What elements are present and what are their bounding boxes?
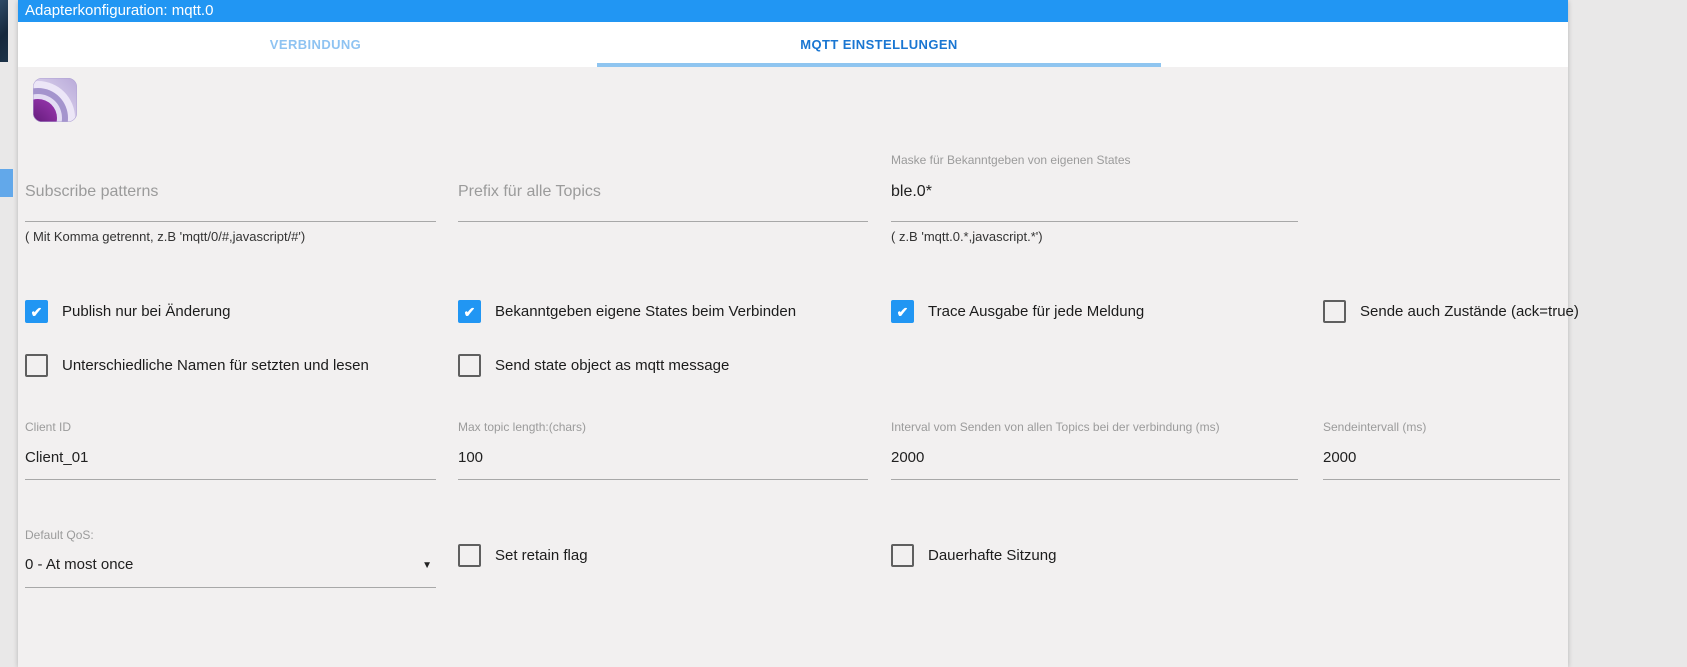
check-icon: ✔ (30, 303, 43, 320)
checkbox-different-names[interactable]: ✔ Unterschiedliche Namen für setzten und… (25, 354, 436, 377)
default-qos-select[interactable]: 0 - At most once ▼ (25, 556, 436, 580)
prefix-topics-field[interactable] (458, 183, 868, 205)
mqtt-adapter-logo (33, 78, 77, 122)
check-icon: ✔ (896, 303, 909, 320)
checkbox-set-retain-flag[interactable]: ✔ Set retain flag (458, 544, 868, 567)
active-tab-indicator (597, 63, 1161, 67)
max-topic-length-field[interactable] (458, 449, 868, 469)
send-interval-field[interactable] (1323, 449, 1560, 469)
max-topic-length-input[interactable] (458, 449, 868, 466)
field-underline (1323, 479, 1560, 480)
max-topic-length-label: Max topic length:(chars) (458, 420, 587, 434)
subscribe-patterns-hint: ( Mit Komma getrennt, z.B 'mqtt/0/#,java… (25, 229, 306, 244)
checkbox-publish-on-change[interactable]: ✔ Publish nur bei Änderung (25, 300, 436, 323)
interval-all-topics-label: Interval vom Senden von allen Topics bei… (891, 420, 1220, 434)
checkbox-icon: ✔ (25, 354, 48, 377)
checkbox-label: Publish nur bei Änderung (62, 303, 231, 320)
mask-own-states-input[interactable] (891, 183, 1298, 201)
send-interval-input[interactable] (1323, 449, 1560, 466)
tab-bar: VERBINDUNG MQTT EINSTELLUNGEN (18, 22, 1568, 67)
send-interval-label: Sendeintervall (ms) (1323, 420, 1427, 434)
interval-all-topics-input[interactable] (891, 449, 1298, 466)
checkbox-icon: ✔ (891, 300, 914, 323)
default-qos-label: Default QoS: (25, 528, 94, 542)
background-artifact-blue (0, 169, 13, 197)
checkbox-announce-own-states[interactable]: ✔ Bekanntgeben eigene States beim Verbin… (458, 300, 868, 323)
checkbox-icon: ✔ (458, 544, 481, 567)
field-underline (458, 479, 868, 480)
checkbox-label: Set retain flag (495, 547, 588, 564)
prefix-topics-input[interactable] (458, 183, 868, 201)
checkbox-icon: ✔ (891, 544, 914, 567)
client-id-label: Client ID (25, 420, 72, 434)
default-qos-value: 0 - At most once (25, 556, 134, 573)
caret-down-icon: ▼ (422, 560, 432, 571)
check-icon: ✔ (463, 303, 476, 320)
field-underline (25, 479, 436, 480)
mask-own-states-field[interactable] (891, 183, 1298, 205)
checkbox-icon: ✔ (25, 300, 48, 323)
checkbox-icon: ✔ (458, 300, 481, 323)
adapter-config-dialog: Adapterkonfiguration: mqtt.0 VERBINDUNG … (18, 0, 1579, 667)
tab-verbindung[interactable]: VERBINDUNG (34, 22, 597, 67)
checkbox-label: Dauerhafte Sitzung (928, 547, 1057, 564)
field-underline (458, 221, 868, 222)
subscribe-patterns-input[interactable] (25, 183, 436, 201)
field-underline (891, 221, 1298, 222)
checkbox-send-ack-states[interactable]: ✔ Sende auch Zustände (ack=true) (1323, 300, 1579, 323)
interval-all-topics-field[interactable] (891, 449, 1298, 469)
field-underline (25, 587, 436, 588)
checkbox-label: Unterschiedliche Namen für setzten und l… (62, 357, 369, 374)
field-underline (891, 479, 1298, 480)
dialog-title: Adapterkonfiguration: mqtt.0 (18, 0, 1568, 22)
tab-mqtt-einstellungen[interactable]: MQTT EINSTELLUNGEN (597, 22, 1161, 67)
checkbox-label: Bekanntgeben eigene States beim Verbinde… (495, 303, 797, 320)
checkbox-send-state-object[interactable]: ✔ Send state object as mqtt message (458, 354, 868, 377)
checkbox-label: Send state object as mqtt message (495, 357, 730, 374)
background-artifact-navy (0, 0, 8, 62)
mask-own-states-label: Maske für Bekanntgeben von eigenen State… (891, 153, 1131, 167)
checkbox-label: Sende auch Zustände (ack=true) (1360, 303, 1579, 320)
subscribe-patterns-field[interactable] (25, 183, 436, 205)
checkbox-icon: ✔ (458, 354, 481, 377)
checkbox-persistent-session[interactable]: ✔ Dauerhafte Sitzung (891, 544, 1298, 567)
client-id-field[interactable] (25, 449, 436, 469)
field-underline (25, 221, 436, 222)
checkbox-label: Trace Ausgabe für jede Meldung (928, 303, 1145, 320)
checkbox-trace-output[interactable]: ✔ Trace Ausgabe für jede Meldung (891, 300, 1298, 323)
checkbox-icon: ✔ (1323, 300, 1346, 323)
client-id-input[interactable] (25, 449, 436, 466)
mask-own-states-hint: ( z.B 'mqtt.0.*,javascript.*') (891, 229, 1043, 244)
